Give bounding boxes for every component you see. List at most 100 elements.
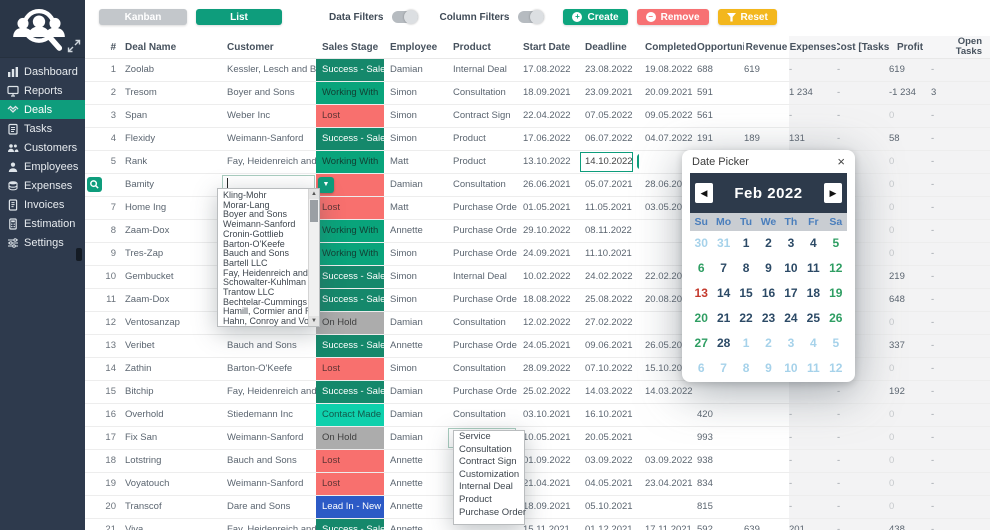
cell-deal[interactable]: Zathin <box>119 358 221 380</box>
cell-opp[interactable]: 834 <box>697 473 744 495</box>
cell-cost[interactable]: - <box>837 519 889 530</box>
cell-rev[interactable] <box>744 496 789 518</box>
cell-employee[interactable]: Damian <box>384 174 447 196</box>
scroll-thumb[interactable] <box>310 200 318 222</box>
cell-employee[interactable]: Damian <box>384 312 447 334</box>
header-opp[interactable]: Opportunity <box>697 42 744 53</box>
calendar-day[interactable]: 8 <box>735 256 757 281</box>
cell-employee[interactable]: Simon <box>384 358 447 380</box>
cell-employee[interactable]: Annette <box>384 519 447 530</box>
sales-stage-badge[interactable]: Working With <box>316 243 384 265</box>
dropdown-item[interactable]: Internal Deal <box>454 481 524 494</box>
data-filters-toggle[interactable] <box>392 11 418 23</box>
cell-completed[interactable]: 04.07.2022 <box>639 128 697 150</box>
cell-customer[interactable]: Weimann-Sanford <box>221 427 316 449</box>
cell-deal[interactable]: Overhold <box>119 404 221 426</box>
sidebar-item-reports[interactable]: Reports <box>0 81 85 100</box>
cell-employee[interactable]: Simon <box>384 105 447 127</box>
cell-open[interactable]: - <box>931 381 990 403</box>
sales-stage-badge[interactable]: Lost <box>316 105 384 127</box>
header-employee[interactable]: Employee <box>384 42 447 53</box>
cell-employee[interactable]: Simon <box>384 128 447 150</box>
calendar-day[interactable]: 30 <box>690 231 712 256</box>
cell-open[interactable]: - <box>931 450 990 472</box>
header-cost[interactable]: Cost [Tasks] <box>837 36 889 58</box>
cell-rev[interactable] <box>744 105 789 127</box>
header-open[interactable]: Open Tasks <box>931 36 990 58</box>
cell-customer[interactable]: Bauch and Sons <box>221 450 316 472</box>
calendar-day[interactable]: 10 <box>780 356 802 381</box>
cell-customer[interactable]: Weber Inc <box>221 105 316 127</box>
cell-product[interactable]: Consultation <box>447 82 517 104</box>
cell-employee[interactable]: Simon <box>384 266 447 288</box>
cell-stage[interactable]: Contact Made <box>316 404 384 426</box>
cell-opp[interactable]: 591 <box>697 82 744 104</box>
cell-stage[interactable]: Success - Sale <box>316 381 384 403</box>
cell-deal[interactable]: Span <box>119 105 221 127</box>
cell-deadline[interactable]: 06.07.2022 <box>579 128 639 150</box>
cell-stage[interactable]: Lost <box>316 197 384 219</box>
cell-profit[interactable]: 219 <box>889 266 931 288</box>
cell-open[interactable]: - <box>931 289 990 311</box>
cell-cost[interactable]: - <box>837 427 889 449</box>
cell-deadline[interactable]: 05.07.2021 <box>579 174 639 196</box>
calendar-day[interactable]: 16 <box>757 281 779 306</box>
cell-employee[interactable]: Simon <box>384 289 447 311</box>
calendar-day[interactable]: 17 <box>780 281 802 306</box>
cell-start[interactable]: 17.06.2022 <box>517 128 579 150</box>
calendar-day[interactable]: 10 <box>780 256 802 281</box>
cell-deadline[interactable]: 16.10.2021 <box>579 404 639 426</box>
calendar-day[interactable]: 8 <box>735 356 757 381</box>
cell-deal[interactable]: Home Ing <box>119 197 221 219</box>
cell-deal[interactable]: Tres-Zap <box>119 243 221 265</box>
column-filters-toggle[interactable] <box>518 11 544 23</box>
cell-rev[interactable] <box>744 404 789 426</box>
cell-customer[interactable]: Weimann-Sanford <box>221 473 316 495</box>
cell-completed[interactable]: 17.11.2021 <box>639 519 697 530</box>
calendar-day[interactable]: 9 <box>757 256 779 281</box>
reset-button[interactable]: Reset <box>718 9 777 25</box>
cell-start[interactable]: 01.05.2021 <box>517 197 579 219</box>
cell-completed[interactable] <box>639 404 697 426</box>
cell-customer[interactable]: Stiedemann Inc <box>221 404 316 426</box>
cell-cost[interactable]: - <box>837 59 889 81</box>
cell-profit[interactable]: 0 <box>889 105 931 127</box>
header-stage[interactable]: Sales Stage <box>316 42 384 53</box>
cell-profit[interactable]: 0 <box>889 174 931 196</box>
calendar-day[interactable]: 5 <box>825 331 847 356</box>
cell-deadline[interactable]: 08.11.2022 <box>579 220 639 242</box>
cell-completed[interactable]: 09.05.2022 <box>639 105 697 127</box>
cell-product[interactable]: Product <box>447 151 517 173</box>
cell-employee[interactable]: Damian <box>384 427 447 449</box>
calendar-day[interactable]: 12 <box>825 356 847 381</box>
calendar-day[interactable]: 4 <box>802 231 824 256</box>
cell-profit[interactable]: 438 <box>889 519 931 530</box>
dropdown-item[interactable]: Consultation <box>454 444 524 457</box>
sales-stage-badge[interactable]: Lost <box>316 473 384 495</box>
cell-customer[interactable]: Fay, Heidenreich and Hagenes <box>221 151 316 173</box>
dropdown-scrollbar[interactable]: ▲ ▼ <box>308 189 319 326</box>
cell-open[interactable]: - <box>931 174 990 196</box>
cell-rev[interactable] <box>744 450 789 472</box>
cell-cost[interactable]: - <box>837 82 889 104</box>
sales-stage-badge[interactable]: Success - Sale <box>316 128 384 150</box>
cell-cost[interactable]: - <box>837 381 889 403</box>
cell-product[interactable]: Internal Deal <box>447 266 517 288</box>
cell-stage[interactable]: Success - Sale <box>316 289 384 311</box>
cell-start[interactable]: 24.05.2021 <box>517 335 579 357</box>
cell-cost[interactable]: - <box>837 473 889 495</box>
cell-profit[interactable]: -1 234 <box>889 82 931 104</box>
cell-deal[interactable]: Bamity <box>119 174 221 196</box>
sales-stage-badge[interactable]: Success - Sale <box>316 519 384 530</box>
cell-opp[interactable]: 561 <box>697 105 744 127</box>
prev-month-button[interactable]: ◀ <box>695 183 713 203</box>
cell-employee[interactable]: Simon <box>384 243 447 265</box>
cell-open[interactable]: - <box>931 519 990 530</box>
calendar-day[interactable]: 27 <box>690 331 712 356</box>
cell-deadline[interactable]: 14.03.2022 <box>579 381 639 403</box>
dropdown-item[interactable]: Purchase Order <box>454 507 524 520</box>
dropdown-item[interactable]: Service <box>454 431 524 444</box>
cell-profit[interactable]: 0 <box>889 427 931 449</box>
cell-deal[interactable]: Rank <box>119 151 221 173</box>
cell-stage[interactable]: Success - Sale <box>316 59 384 81</box>
